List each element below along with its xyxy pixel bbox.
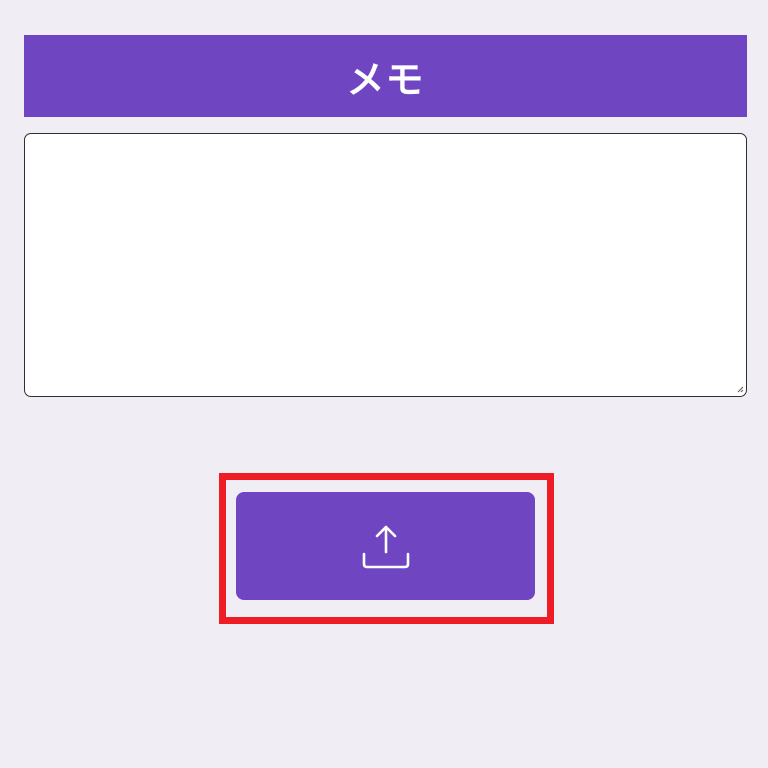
upload-button[interactable] — [236, 492, 535, 600]
page-title: メモ — [346, 57, 425, 102]
memo-page: メモ — [0, 0, 768, 768]
memo-textarea[interactable] — [24, 133, 747, 397]
header-bar: メモ — [24, 35, 747, 117]
resize-grip-icon[interactable] — [736, 385, 744, 393]
upload-icon — [362, 525, 409, 569]
